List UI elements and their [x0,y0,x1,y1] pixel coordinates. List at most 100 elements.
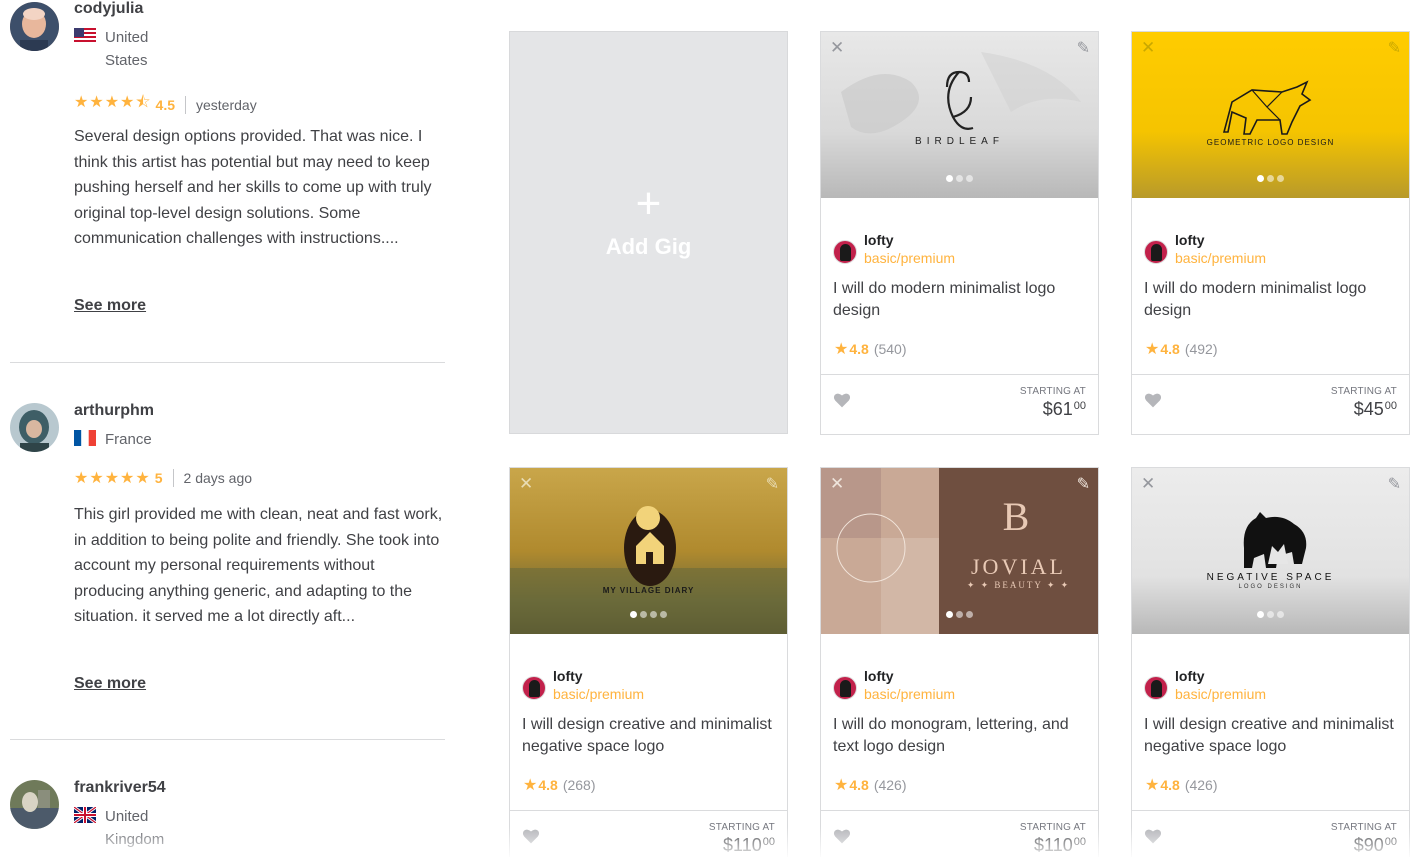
gig-footer: STARTING AT $6100 [821,374,1098,434]
edit-pencil-icon[interactable]: ✎ [766,474,779,494]
reviewer-username[interactable]: codyjulia [74,0,143,18]
gig-price: $11000 [1034,835,1086,856]
price-cents: 00 [1073,400,1086,412]
star-icon: ★ [834,341,849,358]
edit-pencil-icon[interactable]: ✎ [1077,474,1090,494]
seller-level: basic/premium [864,250,956,266]
gig-price: $6100 [1043,399,1086,420]
divider [172,469,174,487]
gig-footer: STARTING AT $11000 [821,810,1098,857]
review-time: yesterday [196,96,257,113]
close-icon[interactable]: ✕ [830,474,844,494]
reviewer-avatar[interactable] [10,403,59,452]
thumb-logo-text: NEGATIVE SPACE [1206,572,1335,583]
price-cents: 00 [1384,400,1397,412]
seller-avatar[interactable] [1144,240,1168,264]
gig-title[interactable]: I will design creative and minimalist ne… [1144,714,1400,758]
gig-card[interactable]: MY VILLAGE DIARY ✕ ✎ lofty basic/premium… [509,467,788,857]
gig-thumbnail[interactable]: B JOVIAL ✦ ✦ BEAUTY ✦ ✦ ✕ ✎ [821,468,1098,634]
edit-pencil-icon[interactable]: ✎ [1388,474,1401,494]
review-text: This girl provided me with clean, neat a… [74,506,443,626]
house-logo-icon [510,506,787,634]
gig-thumbnail[interactable]: GEOMETRIC LOGO DESIGN ✕ ✎ [1132,32,1409,198]
reviewer-username[interactable]: frankriver54 [74,779,166,797]
carousel-dots[interactable] [821,175,1098,182]
edit-pencil-icon[interactable]: ✎ [1077,38,1090,58]
seller-avatar[interactable] [833,240,857,264]
gig-card[interactable]: GEOMETRIC LOGO DESIGN ✕ ✎ lofty basic/pr… [1131,31,1410,435]
gig-title[interactable]: I will design creative and minimalist ne… [522,714,778,758]
star-icon: ★ [1145,341,1160,358]
seller-avatar[interactable] [1144,676,1168,700]
reviewer-country: France [74,428,174,451]
gig-price: $4500 [1354,399,1397,420]
gig-title[interactable]: I will do monogram, lettering, and text … [833,714,1089,758]
gig-rating: ★ 4.8 (540) [834,339,907,359]
carousel-dots[interactable] [510,611,787,618]
see-more-link[interactable]: See more [74,297,146,315]
rating-score: 4.8 [849,777,869,793]
seller-level: basic/premium [1175,250,1267,266]
bull-logo-icon [1222,80,1312,135]
gig-rating: ★ 4.8 (492) [1145,339,1218,359]
star-icon: ★ [834,777,849,794]
carousel-dots[interactable] [821,611,1098,618]
seller-name[interactable]: lofty [1175,232,1205,248]
add-gig-label: Add Gig [605,233,692,259]
starting-at-label: STARTING AT [1019,822,1086,833]
rating-score: 4.8 [1160,777,1180,793]
gig-title[interactable]: I will do modern minimalist logo design [833,278,1089,322]
gig-thumbnail[interactable]: NEGATIVE SPACE LOGO DESIGN ✕ ✎ [1132,468,1409,634]
close-icon[interactable]: ✕ [1141,38,1155,58]
seller-level: basic/premium [553,686,645,702]
gig-card[interactable]: BIRDLEAF ✕ ✎ lofty basic/premium I will … [820,31,1099,435]
gig-thumbnail[interactable]: MY VILLAGE DIARY ✕ ✎ [510,468,787,634]
thumb-logo-subtext: LOGO DESIGN [1238,584,1303,590]
bear-logo-icon [1243,512,1307,568]
seller-name[interactable]: lofty [864,232,894,248]
carousel-dots[interactable] [1132,611,1409,618]
starting-at-label: STARTING AT [1019,386,1086,397]
seller-avatar[interactable] [833,676,857,700]
see-more-link[interactable]: See more [74,675,146,693]
rating-score: 4.8 [1160,341,1180,357]
review-time: 2 days ago [183,470,253,486]
seller-name[interactable]: lofty [1175,668,1205,684]
rating-score: 4.8 [849,341,869,357]
gig-title[interactable]: I will do modern minimalist logo design [1144,278,1400,322]
starting-at-label: STARTING AT [1330,386,1397,397]
uk-flag-icon [74,807,96,823]
rating-count: (492) [1184,341,1218,357]
heart-icon[interactable] [833,391,851,409]
gig-rating: ★ 4.8 (268) [523,775,596,795]
seller-name[interactable]: lofty [864,668,894,684]
gig-card[interactable]: NEGATIVE SPACE LOGO DESIGN ✕ ✎ lofty bas… [1131,467,1410,857]
gig-card[interactable]: B JOVIAL ✦ ✦ BEAUTY ✦ ✦ ✕ ✎ lofty basic/… [820,467,1099,857]
close-icon[interactable]: ✕ [830,38,844,58]
star-icon: ★ [1145,777,1160,794]
thumb-logo-text: MY VILLAGE DIARY [602,586,695,595]
reviewer-country: United Kingdom [74,805,174,851]
rating-count: (426) [1184,777,1218,793]
plus-icon: + [635,178,662,228]
france-flag-icon [74,430,96,446]
close-icon[interactable]: ✕ [519,474,533,494]
reviewer-avatar[interactable] [10,2,59,51]
seller-avatar[interactable] [522,676,546,700]
reviewer-avatar[interactable] [10,780,59,829]
heart-icon[interactable] [1144,391,1162,409]
seller-name[interactable]: lofty [553,668,583,684]
star-rating-icon: ★★★★⯪ [74,94,152,111]
heart-icon[interactable] [522,827,540,845]
edit-pencil-icon[interactable]: ✎ [1388,38,1401,58]
heart-icon[interactable] [833,827,851,845]
add-gig-button[interactable]: + Add Gig [509,31,788,434]
gig-thumbnail[interactable]: BIRDLEAF ✕ ✎ [821,32,1098,198]
close-icon[interactable]: ✕ [1141,474,1155,494]
gig-price: $11000 [723,835,775,856]
reviewer-username[interactable]: arthurphm [74,402,154,420]
divider [185,95,186,114]
thumb-logo-text: JOVIAL [971,554,1066,579]
heart-icon[interactable] [1144,827,1162,845]
carousel-dots[interactable] [1132,175,1409,182]
